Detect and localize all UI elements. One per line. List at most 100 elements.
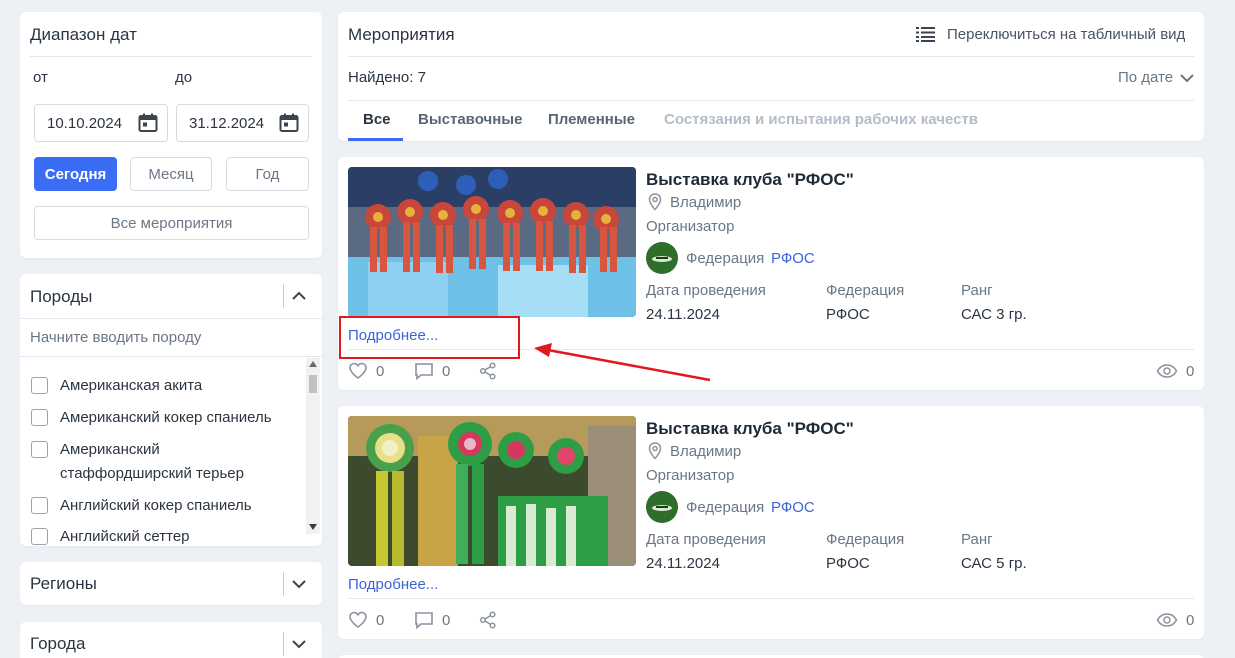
checkbox[interactable]: [31, 409, 48, 426]
divider: [20, 318, 322, 319]
events-header-panel: Мероприятия Переключиться на табличный в…: [338, 12, 1204, 141]
more-link[interactable]: Подробнее...: [348, 576, 438, 593]
date-label: Дата проведения: [646, 531, 766, 548]
highlight-box: [339, 316, 520, 359]
breed-label: Английский кокер спаниель: [60, 497, 252, 514]
location-pin-icon: [648, 442, 662, 460]
chevron-down-icon[interactable]: [291, 577, 307, 591]
share-icon[interactable]: [479, 611, 497, 629]
event-photo-rosettes: [348, 167, 636, 317]
likes-count: 0: [376, 363, 385, 380]
organizer-link[interactable]: РФОС: [771, 499, 815, 516]
date-label: Дата проведения: [646, 282, 766, 299]
rank-value: САС 5 гр.: [961, 555, 1027, 572]
calendar-icon[interactable]: [278, 112, 300, 134]
all-events-button[interactable]: Все мероприятия: [34, 206, 309, 240]
breeds-panel: Породы Начните вводить породу Американск…: [20, 274, 322, 546]
date-to-input[interactable]: 31.12.2024: [176, 104, 309, 142]
scroll-up-arrow-icon[interactable]: [309, 361, 317, 367]
found-count: Найдено: 7: [348, 69, 426, 86]
breed-label-line2: стаффордширский терьер: [60, 465, 244, 482]
event-image[interactable]: [348, 416, 636, 566]
chevron-up-icon[interactable]: [291, 289, 307, 303]
date-from-input[interactable]: 10.10.2024: [34, 104, 168, 142]
organizer-avatar: [646, 491, 678, 523]
organizer-label: Организатор: [646, 218, 735, 235]
divider: [30, 56, 312, 57]
breed-search-input[interactable]: Начните вводить породу: [30, 329, 201, 346]
events-title: Мероприятия: [348, 25, 455, 44]
heart-icon[interactable]: [348, 611, 368, 629]
organizer-link[interactable]: РФОС: [771, 250, 815, 267]
event-image[interactable]: [348, 167, 636, 317]
year-button[interactable]: Год: [226, 157, 309, 191]
cities-title: Города: [30, 634, 86, 653]
breed-label: Американская акита: [60, 377, 203, 394]
breed-label-line1: Американский: [60, 441, 160, 458]
to-label: до: [175, 69, 193, 86]
divider: [20, 356, 322, 357]
event-title[interactable]: Выставка клуба "РФОС": [646, 170, 854, 190]
tab-working-trials[interactable]: Состязания и испытания рабочих качеств: [664, 111, 978, 128]
scroll-down-arrow-icon[interactable]: [309, 524, 317, 530]
annotation-arrow: [534, 343, 711, 382]
today-button[interactable]: Сегодня: [34, 157, 117, 191]
event-date: 24.11.2024: [646, 306, 720, 323]
date-to-value: 31.12.2024: [189, 115, 265, 132]
views-count: 0: [1186, 612, 1195, 629]
divider: [348, 56, 1194, 57]
comments-count: 0: [442, 363, 451, 380]
comment-icon[interactable]: [414, 611, 434, 629]
divider: [348, 100, 1194, 101]
event-card: Выставка клуба "РФОС" Владимир Организат…: [338, 406, 1204, 639]
month-button[interactable]: Месяц: [130, 157, 212, 191]
breed-label: Американский кокер спаниель: [60, 409, 272, 426]
eye-icon: [1156, 364, 1178, 378]
comments-count: 0: [442, 612, 451, 629]
heart-icon[interactable]: [348, 362, 368, 380]
organizer-label: Организатор: [646, 467, 735, 484]
tab-exhibition[interactable]: Выставочные: [418, 111, 522, 128]
views-count: 0: [1186, 363, 1195, 380]
checkbox[interactable]: [31, 528, 48, 545]
switch-view-button[interactable]: Переключиться на табличный вид: [916, 24, 1196, 46]
rank-label: Ранг: [961, 531, 993, 548]
separator: [283, 284, 284, 308]
chevron-down-icon[interactable]: [291, 637, 307, 651]
event-city: Владимир: [670, 443, 742, 460]
breeds-title: Породы: [30, 287, 93, 306]
federation-value: РФОС: [826, 555, 870, 572]
sort-dropdown[interactable]: По дате: [1118, 67, 1196, 89]
event-photo-rosettes: [348, 416, 636, 566]
scrollbar[interactable]: [306, 358, 320, 534]
checkbox[interactable]: [31, 497, 48, 514]
likes-count: 0: [376, 612, 385, 629]
rank-label: Ранг: [961, 282, 993, 299]
date-from-value: 10.10.2024: [47, 115, 123, 132]
cities-panel[interactable]: Города: [20, 622, 322, 658]
checkbox[interactable]: [31, 377, 48, 394]
rank-value: САС 3 гр.: [961, 306, 1027, 323]
list-icon: [916, 27, 935, 42]
comment-icon[interactable]: [414, 362, 434, 380]
breed-label: Английский сеттер: [60, 528, 190, 545]
calendar-icon[interactable]: [137, 112, 159, 134]
federation-label: Федерация: [826, 531, 905, 548]
share-icon[interactable]: [479, 362, 497, 380]
sort-label: По дате: [1118, 69, 1174, 86]
event-title[interactable]: Выставка клуба "РФОС": [646, 419, 854, 439]
date-range-panel: Диапазон дат от до 10.10.2024 31.12.2024…: [20, 12, 322, 258]
location-pin-icon: [648, 193, 662, 211]
tab-all[interactable]: Все: [363, 111, 391, 128]
scrollbar-thumb[interactable]: [309, 375, 317, 393]
checkbox[interactable]: [31, 441, 48, 458]
divider: [348, 598, 1194, 599]
federation-label: Федерация: [826, 282, 905, 299]
tab-breeding[interactable]: Племенные: [548, 111, 635, 128]
eye-icon: [1156, 613, 1178, 627]
switch-view-label: Переключиться на табличный вид: [947, 26, 1186, 43]
federation-value: РФОС: [826, 306, 870, 323]
regions-panel[interactable]: Регионы: [20, 562, 322, 605]
organizer-avatar: [646, 242, 678, 274]
regions-title: Регионы: [30, 574, 97, 593]
